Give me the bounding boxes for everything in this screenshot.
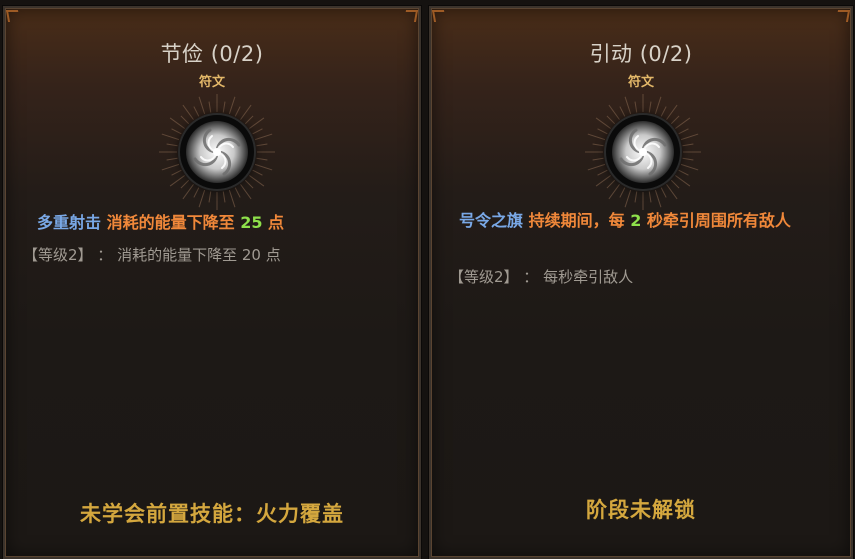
effect-value: 25 xyxy=(240,213,263,232)
rune-card-left[interactable]: 节俭 (0/2) 符文 多重射击 消耗的能量下降至 25 点 【等级2】 ： 消… xyxy=(2,5,422,559)
glow-ray xyxy=(256,157,268,161)
glow-ray xyxy=(193,106,200,117)
glow-ray xyxy=(208,191,212,203)
glow-ray xyxy=(666,104,678,120)
glow-ray xyxy=(634,101,638,113)
unlock-requirement-text: 阶段未解锁 xyxy=(586,498,696,522)
glow-ray xyxy=(592,157,604,161)
glow-ray xyxy=(234,187,241,198)
glow-ray xyxy=(675,117,691,129)
glow-ray xyxy=(228,189,236,208)
glow-ray xyxy=(654,189,662,208)
glow-ray xyxy=(597,128,608,135)
glow-ray xyxy=(666,184,678,200)
glow-ray xyxy=(254,163,273,171)
glow-ray xyxy=(161,163,180,171)
unlock-requirement-text: 未学会前置技能：火力覆盖 xyxy=(80,502,344,526)
glow-ray xyxy=(660,187,667,198)
rune-selection-screen: 节俭 (0/2) 符文 多重射击 消耗的能量下降至 25 点 【等级2】 ： 消… xyxy=(0,0,855,559)
swirl-rune-icon xyxy=(606,115,680,189)
glow-ray xyxy=(678,128,689,135)
glow-ray xyxy=(624,189,632,208)
glow-ray xyxy=(587,133,606,141)
effect-text: 消耗的能量下降至 xyxy=(106,213,235,232)
glow-ray xyxy=(675,175,691,187)
rune-card-right[interactable]: 引动 (0/2) 符文 号令之旗 持续期间，每 2 秒牵引周围所有敌人 【等级2… xyxy=(428,5,854,559)
glow-ray xyxy=(169,175,185,187)
rune-effect-description: 号令之旗 持续期间，每 2 秒牵引周围所有敌人 xyxy=(459,209,837,233)
glow-ray xyxy=(682,143,694,147)
glow-ray xyxy=(595,175,611,187)
corner-ornament xyxy=(835,10,851,22)
glow-ray xyxy=(252,169,263,176)
glow-ray xyxy=(597,169,608,176)
rune-icon-frame xyxy=(583,92,703,212)
glow-ray xyxy=(249,117,265,129)
glow-ray xyxy=(680,163,699,171)
glow-ray xyxy=(648,101,652,113)
corner-ornament xyxy=(431,10,447,22)
glow-ray xyxy=(595,117,611,129)
glow-ray xyxy=(240,104,252,120)
swirl-rune-icon xyxy=(180,115,254,189)
glow-ray xyxy=(169,117,185,129)
level-2-description: 【等级2】 ： 消耗的能量下降至 20 点 xyxy=(23,246,281,264)
glow-ray xyxy=(171,128,182,135)
rune-title: 引动 (0/2) xyxy=(589,42,693,66)
glow-ray xyxy=(240,184,252,200)
glow-ray xyxy=(587,163,606,171)
skill-keyword: 多重射击 xyxy=(37,213,102,232)
glow-ray xyxy=(682,157,694,161)
level-2-description: 【等级2】 ： 每秒牵引敌人 xyxy=(449,268,634,286)
glow-ray xyxy=(166,157,178,161)
effect-text-suffix: 秒牵引周围所有敌人 xyxy=(646,211,791,230)
glow-ray xyxy=(648,191,652,203)
glow-ray xyxy=(228,96,236,115)
glow-ray xyxy=(619,187,626,198)
glow-ray xyxy=(608,184,620,200)
glow-ray xyxy=(161,133,180,141)
glow-ray xyxy=(680,133,699,141)
glow-ray xyxy=(193,187,200,198)
glow-ray xyxy=(619,106,626,117)
glow-ray xyxy=(608,104,620,120)
corner-ornament xyxy=(5,10,21,22)
glow-ray xyxy=(222,101,226,113)
glow-ray xyxy=(171,169,182,176)
glow-ray xyxy=(249,175,265,187)
glow-ray xyxy=(678,169,689,176)
glow-ray xyxy=(654,96,662,115)
glow-ray xyxy=(198,189,206,208)
skill-keyword: 号令之旗 xyxy=(459,211,524,230)
glow-ray xyxy=(222,191,226,203)
effect-text: 持续期间，每 xyxy=(528,211,625,230)
glow-ray xyxy=(256,143,268,147)
effect-text-suffix: 点 xyxy=(268,213,285,232)
glow-ray xyxy=(208,101,212,113)
rune-type-label: 符文 xyxy=(627,75,654,90)
glow-ray xyxy=(254,133,273,141)
glow-ray xyxy=(624,96,632,115)
glow-ray xyxy=(252,128,263,135)
glow-ray xyxy=(234,106,241,117)
glow-ray xyxy=(634,191,638,203)
effect-value: 2 xyxy=(630,211,642,230)
corner-ornament xyxy=(403,10,419,22)
glow-ray xyxy=(166,143,178,147)
rune-title: 节俭 (0/2) xyxy=(160,42,264,66)
glow-ray xyxy=(198,96,206,115)
glow-ray xyxy=(592,143,604,147)
glow-ray xyxy=(182,184,194,200)
rune-effect-description: 多重射击 消耗的能量下降至 25 点 xyxy=(37,211,399,235)
rune-icon-frame xyxy=(157,92,277,212)
rune-type-label: 符文 xyxy=(198,75,225,90)
glow-ray xyxy=(182,104,194,120)
glow-ray xyxy=(660,106,667,117)
